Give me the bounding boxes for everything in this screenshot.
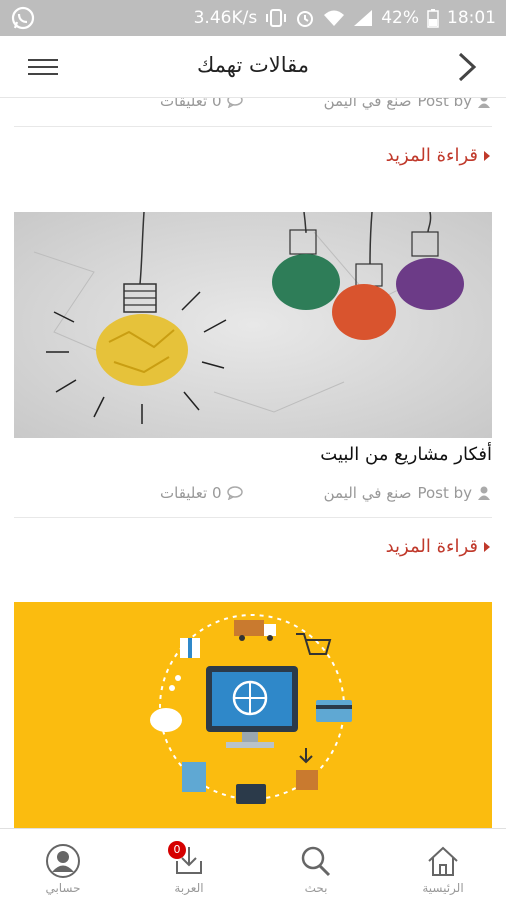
user-icon	[478, 98, 490, 108]
post-by-label: Post by	[417, 98, 472, 110]
battery-percent: 42%	[381, 8, 419, 28]
nav-label: الرئيسية	[422, 881, 464, 895]
cart-badge: 0	[168, 841, 186, 859]
comment-icon	[226, 98, 243, 108]
post-meta: Post by صنع في اليمن 0 تعليقات	[0, 98, 506, 116]
post-title[interactable]: أفكار مشاريع من البيت	[320, 444, 492, 465]
post-meta: Post by صنع في اليمن 0 تعليقات	[0, 482, 506, 508]
post-comments[interactable]: 0 تعليقات	[160, 98, 243, 110]
status-bar: 3.46K/s 42% 18:01	[0, 0, 506, 36]
chevron-right-icon[interactable]	[456, 50, 478, 84]
search-icon	[301, 846, 331, 877]
caret-icon	[484, 541, 490, 552]
post-list: Post by صنع في اليمن 0 تعليقات قراءة الم…	[0, 98, 506, 828]
nav-home[interactable]: الرئيسية	[380, 829, 506, 901]
author-name: صنع في اليمن	[323, 484, 412, 502]
nav-label: بحث	[304, 881, 328, 895]
app-bar: مقالات تهمك	[0, 36, 506, 98]
nav-cart[interactable]: 0 العربة	[126, 829, 252, 901]
nav-search[interactable]: بحث	[253, 829, 379, 901]
post-author[interactable]: Post by صنع في اليمن	[324, 484, 490, 502]
comment-count: 0 تعليقات	[160, 98, 222, 110]
post-author[interactable]: Post by صنع في اليمن	[324, 98, 490, 110]
nav-label: حسابي	[45, 881, 81, 895]
signal-icon	[354, 10, 373, 26]
post-image-lightbulbs	[14, 212, 492, 438]
post-comments[interactable]: 0 تعليقات	[160, 484, 243, 502]
author-name: صنع في اليمن	[323, 98, 412, 110]
alarm-icon	[297, 11, 314, 27]
read-more-link[interactable]: قراءة المزيد	[386, 536, 490, 557]
user-icon	[478, 486, 490, 500]
post-image-ecommerce	[14, 602, 492, 828]
post-by-label: Post by	[417, 484, 472, 502]
caret-icon	[484, 150, 490, 161]
divider	[14, 126, 492, 127]
home-icon	[428, 846, 458, 876]
comment-count: 0 تعليقات	[160, 484, 222, 502]
nav-label: العربة	[174, 881, 204, 895]
page-title: مقالات تهمك	[196, 53, 310, 77]
read-more-label: قراءة المزيد	[385, 145, 478, 166]
post-image[interactable]	[14, 212, 492, 438]
wifi-icon	[324, 10, 345, 26]
network-speed: 3.46K/s	[193, 8, 258, 28]
battery-icon	[427, 9, 439, 28]
account-icon	[46, 844, 80, 878]
post-image[interactable]	[14, 602, 492, 828]
vibrate-icon	[266, 9, 287, 27]
read-more-label: قراءة المزيد	[385, 536, 478, 557]
divider	[14, 517, 492, 518]
whatsapp-icon	[11, 6, 35, 30]
comment-icon	[226, 486, 243, 500]
read-more-link[interactable]: قراءة المزيد	[386, 145, 490, 166]
clock: 18:01	[447, 8, 496, 28]
bottom-nav: حسابي 0 العربة بحث الرئيسية	[0, 828, 506, 900]
nav-account[interactable]: حسابي	[0, 829, 126, 901]
